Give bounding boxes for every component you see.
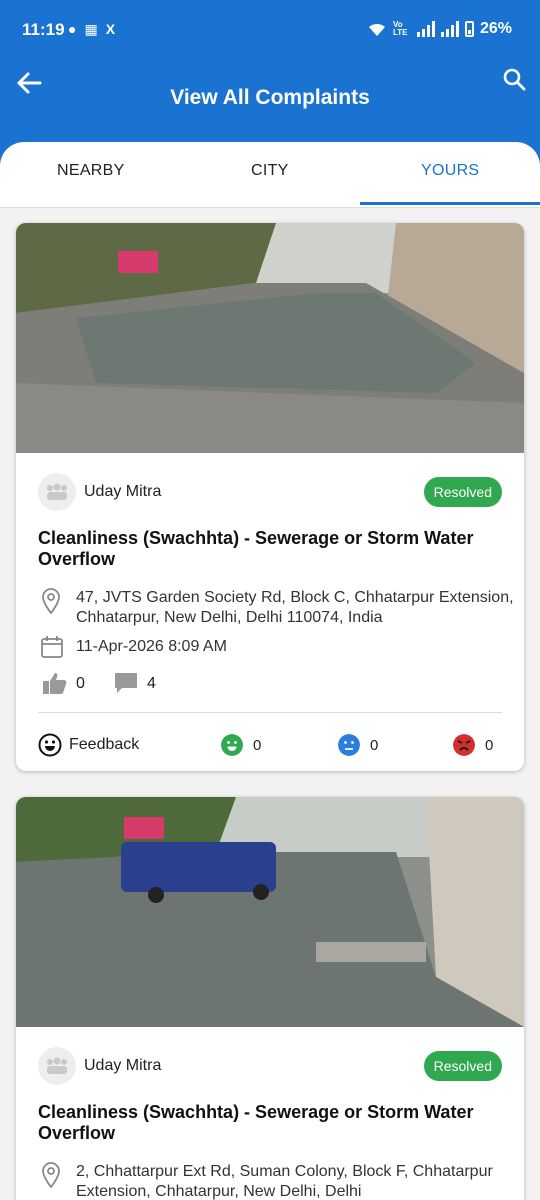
search-icon[interactable] bbox=[502, 67, 526, 91]
feedback-label[interactable]: Feedback bbox=[69, 736, 139, 754]
complaint-address: 47, JVTS Garden Society Rd, Block C, Chh… bbox=[76, 589, 514, 626]
battery-icon bbox=[464, 21, 474, 37]
status-time: 11:19 bbox=[22, 20, 65, 39]
location-pin-icon bbox=[42, 588, 60, 614]
angry-face-icon[interactable] bbox=[453, 734, 475, 756]
battery-percent: 26% bbox=[479, 20, 512, 37]
page-title: View All Complaints bbox=[170, 86, 370, 109]
network-label: Vo LTE bbox=[392, 20, 408, 37]
photo-poster bbox=[124, 817, 164, 839]
complaint-title: Cleanliness (Swachhta) - Sewerage or Sto… bbox=[38, 1102, 474, 1143]
complaint-card[interactable]: Uday Mitra Resolved Cleanliness (Swachht… bbox=[16, 223, 524, 771]
angry-count: 0 bbox=[485, 737, 494, 754]
feedback-face-icon[interactable] bbox=[38, 733, 62, 757]
people-icon bbox=[47, 483, 67, 500]
photo-e-rickshaw bbox=[121, 842, 276, 892]
neutral-count: 0 bbox=[370, 737, 379, 754]
complaint-photo[interactable] bbox=[16, 223, 524, 453]
complaint-card[interactable]: Uday Mitra Resolved Cleanliness (Swachht… bbox=[16, 797, 524, 1200]
happy-count: 0 bbox=[253, 737, 262, 754]
active-tab-indicator bbox=[360, 202, 540, 205]
like-count: 0 bbox=[76, 675, 85, 692]
tab-yours[interactable]: YOURS bbox=[421, 162, 479, 180]
complaint-photo[interactable] bbox=[16, 797, 524, 1027]
divider bbox=[38, 712, 502, 713]
status-badge: Resolved bbox=[423, 1051, 502, 1081]
thumbs-up-icon[interactable] bbox=[42, 671, 68, 695]
photo-poster bbox=[118, 251, 158, 273]
people-icon bbox=[47, 1057, 67, 1074]
status-badge: Resolved bbox=[423, 477, 502, 507]
tab-city[interactable]: CITY bbox=[251, 162, 289, 180]
tab-nearby[interactable]: NEARBY bbox=[57, 162, 125, 180]
complaint-date: 11-Apr-2026 8:09 AM bbox=[76, 638, 227, 655]
comment-count: 4 bbox=[147, 675, 156, 692]
location-pin-icon bbox=[42, 1162, 60, 1188]
app-bar: View All Complaints bbox=[0, 60, 540, 140]
signal-icon-1 bbox=[416, 21, 435, 37]
avatar bbox=[38, 1047, 76, 1085]
x-app-icon: X bbox=[105, 21, 116, 37]
avatar bbox=[38, 473, 76, 511]
grid-notification-icon: ▦ bbox=[84, 21, 98, 37]
user-name: Uday Mitra bbox=[84, 1057, 162, 1074]
chat-notification-icon: ● bbox=[68, 21, 77, 37]
complaint-title: Cleanliness (Swachhta) - Sewerage or Sto… bbox=[38, 528, 474, 569]
complaint-address: 2, Chhattarpur Ext Rd, Suman Colony, Blo… bbox=[76, 1163, 493, 1200]
neutral-face-icon[interactable] bbox=[338, 734, 360, 756]
wifi-icon bbox=[368, 23, 385, 36]
user-name: Uday Mitra bbox=[84, 483, 162, 500]
notification-icons: ● ▦ X bbox=[68, 21, 115, 38]
signal-icon-2 bbox=[440, 21, 459, 37]
status-bar: 11:19 ● ▦ X Vo LTE 26% bbox=[0, 0, 540, 60]
status-right: Vo LTE 26% bbox=[367, 20, 512, 38]
tab-bar: NEARBY CITY YOURS bbox=[0, 142, 540, 208]
calendar-icon bbox=[41, 636, 63, 658]
comment-icon[interactable] bbox=[114, 672, 138, 694]
happy-face-icon[interactable] bbox=[221, 734, 243, 756]
